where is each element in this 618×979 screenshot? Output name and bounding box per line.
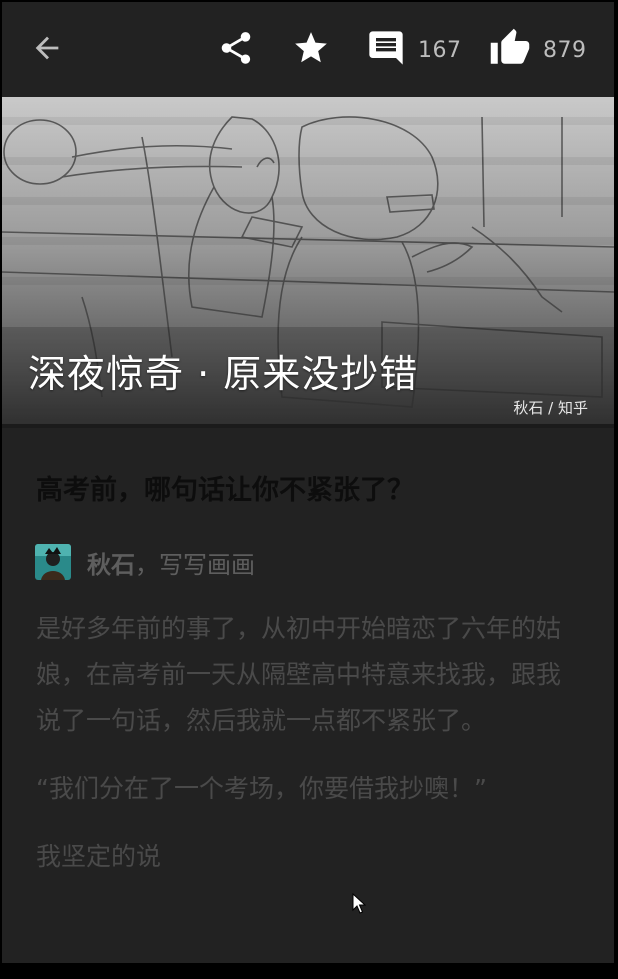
mouse-pointer-icon [352, 892, 367, 919]
hero-credit: 秋石 / 知乎 [513, 399, 588, 417]
star-icon [292, 29, 330, 71]
top-toolbar: 167 879 [2, 2, 614, 97]
question-title[interactable]: 高考前，哪句话让你不紧张了？ [36, 468, 414, 507]
article-paragraph: 我坚定的说 [36, 842, 162, 871]
like-count: 879 [543, 37, 587, 63]
comment-icon [366, 28, 406, 72]
app-screen: 167 879 深夜惊奇 · 原来没抄错 秋石 / 知乎 高考前，哪句话让你不紧… [2, 2, 614, 963]
arrow-left-icon [30, 31, 64, 69]
hero-title: 深夜惊奇 · 原来没抄错 [28, 352, 419, 396]
like-button[interactable]: 879 [489, 27, 609, 73]
share-button[interactable] [217, 27, 257, 73]
author-bio: ，写写画画 [135, 550, 255, 579]
article-paragraph: “我们分在了一个考场，你要借我抄噢！” [36, 774, 487, 803]
favorite-button[interactable] [292, 27, 332, 73]
article-body: 是好多年前的事了，从初中开始暗恋了六年的姑娘，在高考前一天从隔壁高中特意来找我，… [36, 606, 584, 902]
author-row[interactable]: 秋石 ，写写画画 [35, 544, 255, 580]
article-paragraph: 是好多年前的事了，从初中开始暗恋了六年的姑娘，在高考前一天从隔壁高中特意来找我，… [36, 614, 562, 735]
divider [2, 424, 614, 428]
back-button[interactable] [30, 27, 70, 73]
thumbs-up-icon [489, 27, 531, 73]
comments-button[interactable]: 167 [366, 27, 476, 73]
hero-banner[interactable]: 深夜惊奇 · 原来没抄错 秋石 / 知乎 [2, 97, 614, 424]
avatar[interactable] [35, 544, 71, 580]
author-name: 秋石 [87, 550, 135, 579]
share-icon [217, 29, 255, 71]
comment-count: 167 [418, 37, 462, 63]
